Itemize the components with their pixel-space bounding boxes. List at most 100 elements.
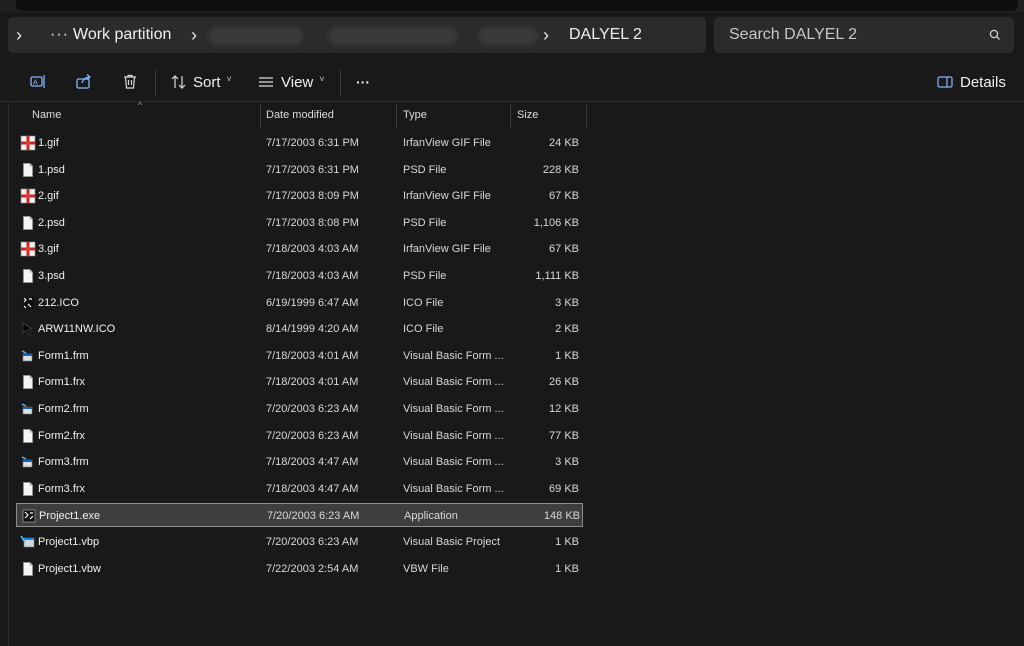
file-size: 12 KB — [549, 403, 579, 415]
rename-button[interactable]: A — [28, 62, 48, 102]
table-row[interactable]: Project1.vbp 7/20/2003 6:23 AM Visual Basi… — [16, 530, 583, 554]
file-size: 1 KB — [555, 536, 579, 548]
file-type: Visual Basic Form ... — [403, 429, 504, 442]
tab-strip — [16, 0, 1018, 11]
column-divider[interactable] — [586, 104, 587, 128]
table-row[interactable]: 3.psd 7/18/2003 4:03 AM PSD File 1,111 KB — [16, 264, 583, 288]
column-header-date[interactable]: Date modified — [266, 102, 334, 128]
search-icon[interactable] — [988, 28, 1002, 42]
toolbar-separator — [155, 70, 156, 96]
table-row[interactable]: Form3.frm 7/18/2003 4:47 AM Visual Basic F… — [16, 450, 583, 474]
view-list-icon — [259, 77, 273, 87]
view-button[interactable]: View ˅ — [257, 62, 325, 102]
file-date-modified: 8/14/1999 4:20 AM — [266, 323, 359, 336]
file-size: 77 KB — [549, 429, 579, 442]
sort-label: Sort — [193, 73, 221, 91]
table-row[interactable]: Form2.frm 7/20/2003 6:23 AM Visual Basic F… — [16, 397, 583, 421]
details-label: Details — [960, 73, 1006, 91]
search-input[interactable]: Search DALYEL 2 — [729, 17, 857, 53]
file-type: Visual Basic Form ... — [403, 403, 504, 415]
table-row[interactable]: 3.gif 7/18/2003 4:03 AM IrfanView GIF File… — [16, 237, 583, 261]
file-type: IrfanView GIF File — [403, 243, 491, 256]
details-button[interactable]: Details — [936, 62, 1006, 102]
sort-icon — [171, 75, 186, 89]
breadcrumb-overflow-button[interactable]: ··· — [50, 17, 69, 53]
file-date-modified: 7/20/2003 6:23 AM — [266, 429, 359, 442]
table-row[interactable]: 1.psd 7/17/2003 6:31 PM PSD File 228 KB — [16, 158, 583, 182]
file-size: 228 KB — [542, 163, 579, 176]
file-type: PSD File — [403, 270, 447, 282]
file-date-modified: 7/20/2003 6:23 AM — [266, 536, 359, 548]
file-type: VBW File — [403, 562, 449, 575]
svg-text:A: A — [33, 80, 38, 87]
column-header-type[interactable]: Type — [403, 102, 427, 128]
file-name: Project1.vbp — [38, 536, 100, 548]
trash-icon — [124, 74, 136, 89]
delete-button[interactable] — [120, 62, 140, 102]
share-button[interactable] — [74, 62, 94, 102]
table-row-selected[interactable]: Project1.exe 7/20/2003 6:23 AM Application… — [16, 503, 583, 528]
table-row[interactable]: Form1.frm 7/18/2003 4:01 AM Visual Basic F… — [16, 344, 583, 368]
file-date-modified: 7/18/2003 4:47 AM — [266, 456, 359, 469]
file-name: 2.gif — [38, 190, 59, 203]
file-name: 212.ICO — [38, 296, 79, 309]
more-options-button[interactable]: ··· — [356, 62, 370, 102]
file-size: 3 KB — [555, 296, 579, 309]
file-size: 148 KB — [543, 510, 580, 523]
file-type: Visual Basic Form ... — [403, 376, 504, 389]
column-divider[interactable] — [396, 104, 397, 128]
file-type: Application — [404, 510, 458, 523]
file-name: 2.psd — [38, 216, 65, 229]
file-size: 1 KB — [555, 562, 579, 575]
sort-ascending-icon: ^ — [138, 100, 143, 110]
table-row[interactable]: ARW11NW.ICO 8/14/1999 4:20 AM ICO File 2 KB — [16, 317, 583, 341]
column-header-size[interactable]: Size — [517, 102, 538, 128]
address-bar[interactable]: › ··· Work partition › › DALYEL 2 — [8, 17, 706, 53]
table-row[interactable]: Project1.vbw 7/22/2003 2:54 AM VBW File 1 K… — [16, 557, 583, 581]
file-name: Form1.frx — [38, 376, 86, 389]
file-type: Visual Basic Form ... — [403, 349, 504, 362]
file-name: 1.gif — [38, 137, 59, 149]
file-size: 24 KB — [549, 137, 579, 149]
file-date-modified: 7/17/2003 6:31 PM — [266, 163, 359, 176]
table-row[interactable]: Form2.frx 7/20/2003 6:23 AM Visual Basic F… — [16, 424, 583, 448]
file-type: ICO File — [403, 296, 444, 309]
file-date-modified: 7/20/2003 6:23 AM — [267, 510, 360, 523]
file-date-modified: 7/17/2003 8:09 PM — [266, 190, 359, 203]
file-type: IrfanView GIF File — [403, 190, 491, 203]
sort-button[interactable]: Sort ˅ — [170, 62, 232, 102]
file-date-modified: 7/18/2003 4:01 AM — [266, 349, 359, 362]
table-row[interactable]: 1.gif 7/17/2003 6:31 PM IrfanView GIF File… — [16, 131, 583, 155]
file-name: ARW11NW.ICO — [38, 323, 116, 336]
column-divider[interactable] — [510, 104, 511, 128]
table-row[interactable]: Form1.frx 7/18/2003 4:01 AM Visual Basic F… — [16, 370, 583, 394]
file-name: Form1.frm — [38, 349, 89, 362]
rename-icon: A — [30, 75, 45, 88]
chevron-right-icon[interactable]: › — [543, 17, 549, 53]
file-date-modified: 7/22/2003 2:54 AM — [266, 562, 359, 575]
file-name: Project1.exe — [39, 510, 101, 523]
table-row[interactable]: Form3.frx 7/18/2003 4:47 AM Visual Basic F… — [16, 477, 583, 501]
file-size: 69 KB — [549, 482, 579, 495]
details-pane-icon — [937, 76, 953, 88]
table-row[interactable]: 2.gif 7/17/2003 8:09 PM IrfanView GIF File… — [16, 184, 583, 208]
chevron-right-icon[interactable]: › — [191, 17, 197, 53]
file-type: Visual Basic Form ... — [403, 482, 504, 495]
toolbar-separator — [340, 70, 341, 96]
table-row[interactable]: 212.ICO 6/19/1999 6:47 AM ICO File 3 KB — [16, 291, 583, 315]
file-date-modified: 7/20/2003 6:23 AM — [266, 403, 359, 415]
column-divider[interactable] — [260, 104, 261, 128]
search-box[interactable]: Search DALYEL 2 — [714, 17, 1014, 53]
title-strip — [0, 0, 1024, 12]
table-row[interactable]: 2.psd 7/17/2003 8:08 PM PSD File 1,106 KB — [16, 211, 583, 235]
chevron-down-icon: ˅ — [319, 74, 325, 84]
column-header-name[interactable]: Name — [32, 102, 61, 128]
file-size: 26 KB — [549, 376, 579, 389]
file-date-modified: 6/19/1999 6:47 AM — [266, 296, 359, 309]
breadcrumb-current-folder[interactable]: DALYEL 2 — [569, 17, 642, 53]
file-name: 3.gif — [38, 243, 59, 256]
file-size: 67 KB — [549, 243, 579, 256]
breadcrumb-work-partition[interactable]: Work partition — [73, 17, 171, 53]
file-size: 1,106 KB — [533, 216, 579, 229]
chevron-right-icon[interactable]: › — [16, 17, 22, 53]
